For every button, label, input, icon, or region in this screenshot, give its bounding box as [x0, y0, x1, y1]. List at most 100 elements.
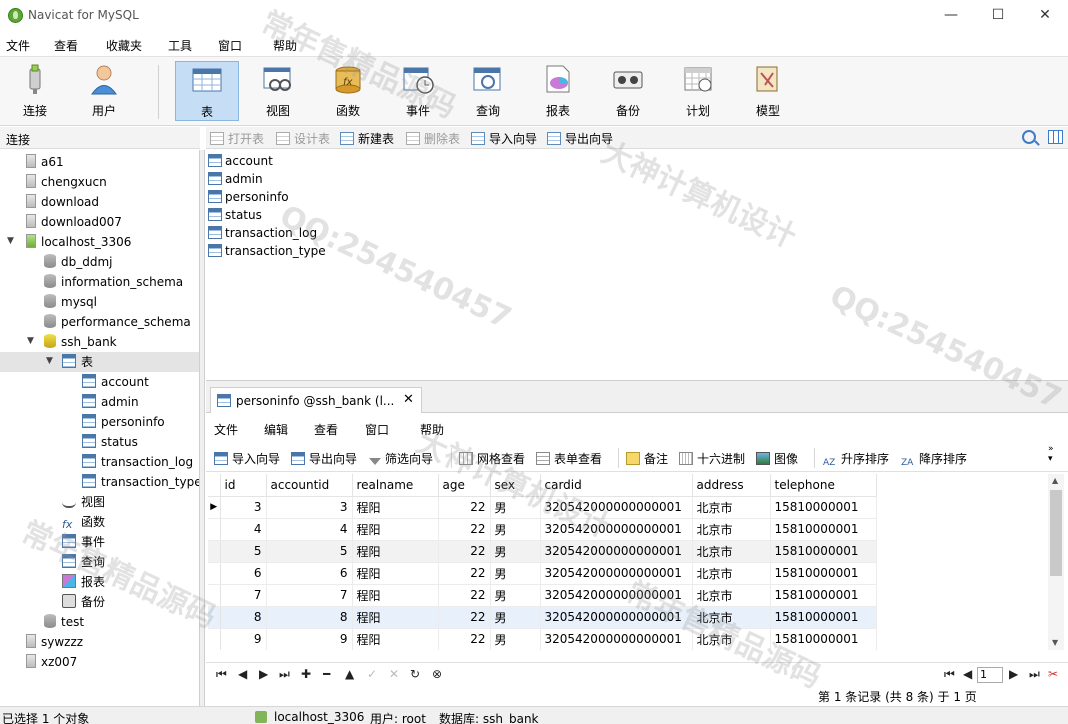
cell-address[interactable]: 北京市 [692, 540, 771, 563]
cell-realname[interactable]: 程阳 [352, 606, 439, 629]
cell-telephone[interactable]: 15810000001 [770, 496, 877, 519]
tree-connection-download007[interactable]: download007 [26, 212, 122, 232]
cell-accountid[interactable]: 8 [266, 606, 353, 629]
scroll-down-icon[interactable]: ▼ [1052, 638, 1058, 647]
cell-telephone[interactable]: 15810000001 [770, 540, 877, 563]
menu-favorites[interactable]: 收藏夹 [106, 37, 142, 54]
table-row[interactable]: 6 6 程阳 22 男 320542000000000001 北京市 15810… [208, 562, 877, 585]
cell-id[interactable]: 5 [220, 540, 267, 563]
tree-connection-download[interactable]: download [26, 192, 99, 212]
cell-accountid[interactable]: 5 [266, 540, 353, 563]
tree-folder-functions[interactable]: fx 函数 [62, 512, 105, 532]
cell-telephone[interactable]: 15810000001 [770, 606, 877, 629]
menu-window[interactable]: 窗口 [218, 37, 242, 54]
object-item-personinfo[interactable]: personinfo [208, 188, 289, 206]
cancel-changes-icon[interactable]: ✕ [389, 667, 399, 681]
cell-address[interactable]: 北京市 [692, 628, 771, 650]
cell-sex[interactable]: 男 [490, 518, 541, 541]
chevron-down-icon[interactable]: ▼ [46, 356, 53, 366]
cell-id[interactable]: 3 [220, 496, 267, 519]
tree-db-information_schema[interactable]: information_schema [44, 272, 183, 292]
tree-table-transaction_type[interactable]: transaction_type [82, 472, 199, 492]
table-button[interactable]: 表 [175, 61, 239, 121]
column-header-age[interactable]: age [438, 474, 491, 497]
menu-view[interactable]: 查看 [54, 37, 78, 54]
add-record-icon[interactable]: ✚ [301, 667, 311, 681]
cell-sex[interactable]: 男 [490, 606, 541, 629]
table-row[interactable]: 5 5 程阳 22 男 320542000000000001 北京市 15810… [208, 540, 877, 563]
cell-sex[interactable]: 男 [490, 562, 541, 585]
cell-accountid[interactable]: 4 [266, 518, 353, 541]
cell-address[interactable]: 北京市 [692, 606, 771, 629]
grid-view-icon[interactable] [1048, 130, 1063, 144]
cell-cardid[interactable]: 320542000000000001 [540, 540, 693, 563]
menu-help[interactable]: 帮助 [273, 37, 297, 54]
cell-id[interactable]: 6 [220, 562, 267, 585]
column-header-sex[interactable]: sex [490, 474, 541, 497]
cell-id[interactable]: 9 [220, 628, 267, 650]
menu-tools[interactable]: 工具 [168, 37, 192, 54]
cell-telephone[interactable]: 15810000001 [770, 518, 877, 541]
tree-folder-tables[interactable]: 表 [0, 352, 199, 372]
cell-sex[interactable]: 男 [490, 496, 541, 519]
search-icon[interactable] [1022, 130, 1036, 144]
cell-sex[interactable]: 男 [490, 628, 541, 650]
apply-changes-icon[interactable]: ✓ [367, 667, 377, 681]
cell-realname[interactable]: 程阳 [352, 584, 439, 607]
tree-table-personinfo[interactable]: personinfo [82, 412, 165, 432]
user-button[interactable]: 用户 [72, 61, 136, 121]
cell-id[interactable]: 7 [220, 584, 267, 607]
tree-folder-events[interactable]: 事件 [62, 532, 105, 552]
column-header-accountid[interactable]: accountid [266, 474, 353, 497]
tree-db-db_ddmj[interactable]: db_ddmj [44, 252, 113, 272]
sort-descending-button[interactable]: ZA 降序排序 [901, 450, 967, 471]
first-record-icon[interactable]: ⏮ [216, 667, 227, 682]
cell-sex[interactable]: 男 [490, 584, 541, 607]
cell-id[interactable]: 4 [220, 518, 267, 541]
tree-connection-a61[interactable]: a61 [26, 152, 64, 172]
cell-cardid[interactable]: 320542000000000001 [540, 584, 693, 607]
column-header-cardid[interactable]: cardid [540, 474, 693, 497]
schedule-button[interactable]: 计划 [666, 61, 730, 121]
cell-age[interactable]: 22 [438, 628, 491, 650]
query-button[interactable]: 查询 [456, 61, 520, 121]
tree-folder-queries[interactable]: 查询 [62, 552, 105, 572]
cell-telephone[interactable]: 15810000001 [770, 562, 877, 585]
cell-cardid[interactable]: 320542000000000001 [540, 562, 693, 585]
tree-connection-localhost[interactable]: localhost_3306 [26, 232, 131, 252]
editor-menu-edit[interactable]: 编辑 [264, 421, 288, 438]
connect-button[interactable]: 连接 [3, 61, 67, 121]
cell-accountid[interactable]: 7 [266, 584, 353, 607]
chevron-down-icon[interactable]: ▼ [27, 336, 34, 346]
settings-icon[interactable]: ✂ [1048, 667, 1058, 681]
tree-folder-reports[interactable]: 报表 [62, 572, 105, 592]
sort-ascending-button[interactable]: AZ 升序排序 [823, 450, 889, 471]
tree-table-status[interactable]: status [82, 432, 138, 452]
cell-accountid[interactable]: 9 [266, 628, 353, 650]
cell-address[interactable]: 北京市 [692, 496, 771, 519]
minimize-button[interactable]: — [928, 0, 974, 30]
close-button[interactable]: ✕ [1022, 0, 1068, 30]
object-item-transaction_log[interactable]: transaction_log [208, 224, 317, 242]
tree-db-mysql[interactable]: mysql [44, 292, 97, 312]
grid-import-button[interactable]: 导入向导 [214, 450, 280, 467]
stop-icon[interactable]: ⊗ [432, 667, 442, 681]
table-row[interactable]: 9 9 程阳 22 男 320542000000000001 北京市 15810… [208, 628, 877, 650]
previous-page-icon[interactable]: ◀ [963, 667, 972, 681]
cell-age[interactable]: 22 [438, 562, 491, 585]
cell-cardid[interactable]: 320542000000000001 [540, 628, 693, 650]
tree-connection-sywzzz[interactable]: sywzzz [26, 632, 83, 652]
cell-telephone[interactable]: 15810000001 [770, 628, 877, 650]
toolbar-overflow-icon[interactable]: » ▾ [1048, 444, 1054, 464]
tree-db-test[interactable]: test [44, 612, 84, 632]
tree-db-performance_schema[interactable]: performance_schema [44, 312, 191, 332]
editor-menu-file[interactable]: 文件 [214, 421, 238, 438]
scroll-up-icon[interactable]: ▲ [1052, 476, 1058, 485]
maximize-button[interactable]: ☐ [975, 0, 1021, 30]
form-view-button[interactable]: 表单查看 [536, 450, 602, 467]
cell-realname[interactable]: 程阳 [352, 562, 439, 585]
grid-vertical-scrollbar[interactable]: ▲ ▼ [1048, 474, 1064, 650]
column-header-address[interactable]: address [692, 474, 771, 497]
cell-accountid[interactable]: 3 [266, 496, 353, 519]
export-wizard-button[interactable]: 导出向导 [547, 130, 613, 147]
